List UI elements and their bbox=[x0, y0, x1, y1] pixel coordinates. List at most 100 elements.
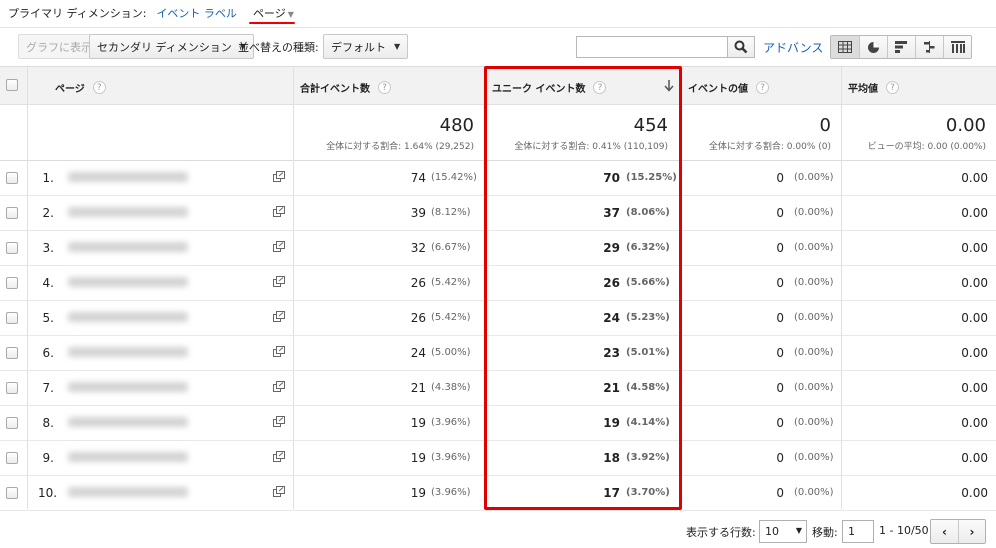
column-header-total-events-label: 合計イベント数 bbox=[300, 84, 370, 95]
page-path-redacted[interactable] bbox=[68, 242, 188, 252]
table-header-row: ページ? 合計イベント数? ユニーク イベント数? イベントの値? 平均値? bbox=[0, 67, 996, 105]
select-all-checkbox[interactable] bbox=[6, 79, 18, 91]
open-page-external-icon[interactable] bbox=[273, 486, 285, 497]
row-index: 10. bbox=[38, 486, 58, 500]
rows-per-page-label: 表示する行数: bbox=[686, 526, 756, 539]
pager: ‹ › bbox=[930, 519, 986, 544]
row-checkbox[interactable] bbox=[6, 382, 18, 394]
page-path-redacted[interactable] bbox=[68, 312, 188, 322]
column-header-total-events[interactable]: 合計イベント数? bbox=[300, 80, 391, 95]
page-path-redacted[interactable] bbox=[68, 347, 188, 357]
help-icon[interactable]: ? bbox=[756, 81, 769, 94]
open-page-external-icon[interactable] bbox=[273, 241, 285, 252]
unique-events-pct: (5.66%) bbox=[626, 277, 670, 288]
sort-type-dropdown[interactable]: デフォルト ▼ bbox=[323, 34, 409, 59]
unique-events-cell: 19 bbox=[603, 416, 620, 430]
caret-down-icon: ▼ bbox=[287, 10, 294, 19]
help-icon[interactable]: ? bbox=[593, 81, 607, 94]
column-divider bbox=[27, 67, 28, 509]
avg-value-cell: 0.00 bbox=[961, 381, 988, 395]
unique-events-cell: 21 bbox=[603, 381, 620, 395]
table-row: 8. 19 (3.96%) 19 (4.14%) 0 (0.00%) 0.00 bbox=[0, 406, 996, 441]
open-page-external-icon[interactable] bbox=[273, 346, 285, 357]
search-input[interactable] bbox=[576, 36, 728, 58]
page-path-redacted[interactable] bbox=[68, 207, 188, 217]
page-path-redacted[interactable] bbox=[68, 452, 188, 462]
event-value-pct: (0.00%) bbox=[794, 452, 834, 463]
row-index: 6. bbox=[42, 346, 54, 360]
dimension-option-page-label: ページ bbox=[252, 7, 286, 20]
search-button[interactable] bbox=[727, 36, 755, 58]
total-events-cell: 26 bbox=[410, 311, 426, 325]
table-view-button[interactable] bbox=[831, 36, 859, 58]
avg-value-cell: 0.00 bbox=[961, 451, 988, 465]
open-page-external-icon[interactable] bbox=[273, 276, 285, 287]
total-events-cell: 19 bbox=[410, 416, 426, 430]
column-header-unique-events-label: ユニーク イベント数 bbox=[492, 84, 586, 95]
avg-value-cell: 0.00 bbox=[961, 416, 988, 430]
help-icon[interactable]: ? bbox=[378, 81, 391, 94]
row-checkbox[interactable] bbox=[6, 452, 18, 464]
advanced-filter-link[interactable]: アドバンス bbox=[763, 39, 823, 56]
page-path-redacted[interactable] bbox=[68, 172, 188, 182]
avg-value-cell: 0.00 bbox=[961, 311, 988, 325]
open-page-external-icon[interactable] bbox=[273, 206, 285, 217]
pie-view-button[interactable] bbox=[859, 36, 887, 58]
row-checkbox[interactable] bbox=[6, 277, 18, 289]
open-page-external-icon[interactable] bbox=[273, 171, 285, 182]
event-value-pct: (0.00%) bbox=[794, 172, 834, 183]
event-value-cell: 0 bbox=[776, 346, 784, 360]
previous-page-button[interactable]: ‹ bbox=[931, 520, 958, 543]
open-page-external-icon[interactable] bbox=[273, 311, 285, 322]
page-path-redacted[interactable] bbox=[68, 382, 188, 392]
unique-events-cell: 26 bbox=[603, 276, 620, 290]
page-path-redacted[interactable] bbox=[68, 277, 188, 287]
bar-view-button[interactable] bbox=[887, 36, 915, 58]
row-index: 1. bbox=[42, 171, 54, 185]
plot-rows-button[interactable]: グラフに表示 bbox=[18, 34, 100, 59]
row-checkbox[interactable] bbox=[6, 417, 18, 429]
rows-per-page-select[interactable]: 10 ▼ bbox=[759, 520, 807, 543]
unique-events-cell: 17 bbox=[603, 486, 620, 500]
open-page-external-icon[interactable] bbox=[273, 416, 285, 427]
event-value-cell: 0 bbox=[776, 241, 784, 255]
row-checkbox[interactable] bbox=[6, 172, 18, 184]
page-path-redacted[interactable] bbox=[68, 417, 188, 427]
row-checkbox[interactable] bbox=[6, 312, 18, 324]
event-value-cell: 0 bbox=[776, 451, 784, 465]
event-value-pct: (0.00%) bbox=[794, 347, 834, 358]
open-page-external-icon[interactable] bbox=[273, 451, 285, 462]
column-header-event-value-label: イベントの値 bbox=[688, 84, 748, 95]
event-value-cell: 0 bbox=[776, 171, 784, 185]
pivot-view-button[interactable] bbox=[943, 36, 971, 58]
total-events-cell: 19 bbox=[410, 486, 426, 500]
table-row: 7. 21 (4.38%) 21 (4.58%) 0 (0.00%) 0.00 bbox=[0, 371, 996, 406]
pie-view-icon bbox=[868, 41, 879, 53]
row-checkbox[interactable] bbox=[6, 487, 18, 499]
row-checkbox[interactable] bbox=[6, 242, 18, 254]
dimension-option-page[interactable]: ページ ▼ bbox=[248, 5, 295, 24]
column-header-event-value[interactable]: イベントの値? bbox=[688, 80, 769, 95]
column-header-unique-events[interactable]: ユニーク イベント数? bbox=[492, 80, 607, 95]
comparison-view-button[interactable] bbox=[915, 36, 943, 58]
row-checkbox[interactable] bbox=[6, 207, 18, 219]
help-icon[interactable]: ? bbox=[886, 81, 899, 94]
secondary-dimension-button[interactable]: セカンダリ ディメンション ▼ bbox=[89, 34, 254, 59]
next-page-button[interactable]: › bbox=[958, 520, 985, 543]
avg-value-cell: 0.00 bbox=[961, 486, 988, 500]
total-events-pct: (3.96%) bbox=[431, 417, 471, 428]
event-value-pct: (0.00%) bbox=[794, 312, 834, 323]
dimension-option-event-label[interactable]: イベント ラベル bbox=[156, 5, 237, 21]
unique-events-pct: (3.92%) bbox=[626, 452, 670, 463]
table-row: 3. 32 (6.67%) 29 (6.32%) 0 (0.00%) 0.00 bbox=[0, 231, 996, 266]
page-path-redacted[interactable] bbox=[68, 487, 188, 497]
bar-view-icon bbox=[895, 41, 907, 53]
goto-input[interactable]: 1 bbox=[842, 520, 874, 543]
open-page-external-icon[interactable] bbox=[273, 381, 285, 392]
help-icon[interactable]: ? bbox=[92, 81, 106, 94]
row-checkbox[interactable] bbox=[6, 347, 18, 359]
pagination-footer: 表示する行数: 10 ▼ 移動: 1 1 - 10/50 ‹ › bbox=[0, 512, 996, 548]
column-header-page[interactable]: ページ? bbox=[55, 80, 106, 95]
column-header-avg-value[interactable]: 平均値? bbox=[848, 80, 899, 95]
total-events-cell: 74 bbox=[410, 171, 426, 185]
